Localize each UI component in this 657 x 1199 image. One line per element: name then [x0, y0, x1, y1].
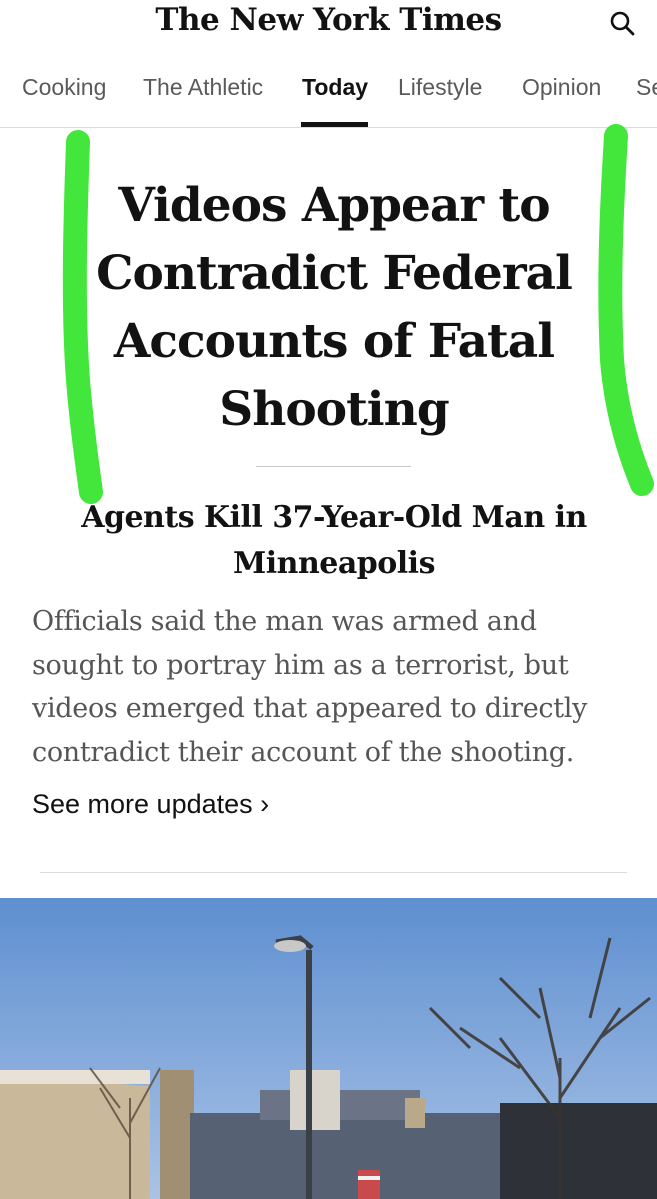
- article-headline[interactable]: Videos Appear to Contradict Federal Acco…: [80, 172, 588, 444]
- active-tab-indicator: [301, 122, 368, 127]
- tab-cooking[interactable]: Cooking: [22, 74, 106, 101]
- photo-illustration: [0, 898, 657, 1199]
- search-button[interactable]: [607, 8, 639, 40]
- see-more-updates-link[interactable]: See more updates ›: [32, 789, 269, 820]
- article-subheadline[interactable]: Agents Kill 37-Year-Old Man in Minneapol…: [40, 495, 628, 587]
- tab-opinion[interactable]: Opinion: [522, 74, 601, 101]
- tab-today[interactable]: Today: [302, 74, 368, 101]
- right-marker-stroke: [598, 124, 654, 496]
- masthead: The New York Times: [0, 0, 657, 50]
- tab-lifestyle[interactable]: Lifestyle: [398, 74, 482, 101]
- section-nav: Cooking The Athletic Today Lifestyle Opi…: [0, 66, 657, 128]
- nyt-logo[interactable]: The New York Times: [0, 2, 657, 38]
- headline-divider: [256, 466, 411, 467]
- search-icon: [610, 11, 635, 36]
- tab-the-athletic[interactable]: The Athletic: [143, 74, 263, 101]
- lead-photo[interactable]: [0, 898, 657, 1199]
- article-summary: Officials said the man was armed and sou…: [32, 606, 588, 768]
- section-divider: [40, 872, 627, 873]
- tab-truncated[interactable]: Se: [636, 74, 657, 101]
